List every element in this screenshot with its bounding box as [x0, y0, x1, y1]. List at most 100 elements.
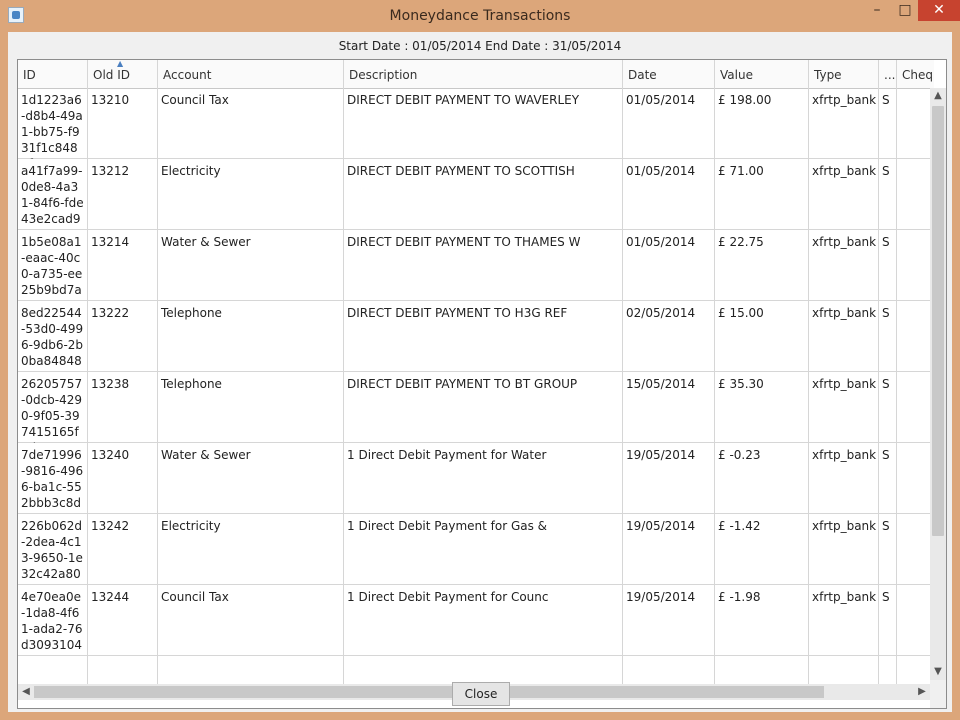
vertical-scroll-thumb[interactable]: [932, 106, 944, 536]
column-header-status[interactable]: ...: [879, 60, 897, 88]
cell-id: a41f7a99-0de8-4a31-84f6-fde43e2cad9: [18, 159, 88, 230]
cell-description: DIRECT DEBIT PAYMENT TO H3G REF: [344, 301, 623, 372]
dialog-content: Start Date : 01/05/2014 End Date : 31/05…: [8, 32, 952, 712]
cell-type: xfrtp_bank: [809, 372, 879, 443]
cell-account: Council Tax: [158, 585, 344, 656]
cell-date: [623, 656, 715, 684]
cell-value: £ 198.00: [715, 88, 809, 159]
column-header-description[interactable]: Description: [344, 60, 623, 88]
cell-description: DIRECT DEBIT PAYMENT TO SCOTTISH: [344, 159, 623, 230]
cell-old-id: [88, 656, 158, 684]
scroll-left-icon[interactable]: ◀: [18, 684, 34, 700]
table-row[interactable]: 4e70ea0e-1da8-4f61-ada2-76d3093104c7 132…: [18, 585, 930, 656]
cell-description: 1 Direct Debit Payment for Water: [344, 443, 623, 514]
column-header-date[interactable]: Date: [623, 60, 715, 88]
sort-ascending-icon: ▲: [117, 60, 124, 68]
title-bar[interactable]: Moneydance Transactions – □ ✕: [0, 0, 960, 32]
cell-value: £ -1.42: [715, 514, 809, 585]
table-row[interactable]: a41f7a99-0de8-4a31-84f6-fde43e2cad9 1321…: [18, 159, 930, 230]
scroll-up-icon[interactable]: ▲: [930, 88, 946, 104]
cell-old-id: 13214: [88, 230, 158, 301]
horizontal-scroll-thumb[interactable]: [34, 686, 824, 698]
table-row[interactable]: 8ed22544-53d0-4996-9db6-2b0ba8484812 132…: [18, 301, 930, 372]
cell-date: 19/05/2014: [623, 514, 715, 585]
cell-value: £ 15.00: [715, 301, 809, 372]
cell-status: S: [879, 159, 897, 230]
column-header-account[interactable]: Account: [158, 60, 344, 88]
column-header-id[interactable]: ID: [18, 60, 88, 88]
scroll-down-icon[interactable]: ▼: [930, 664, 946, 680]
cell-description: DIRECT DEBIT PAYMENT TO THAMES W: [344, 230, 623, 301]
cell-type: xfrtp_bank: [809, 88, 879, 159]
cell-old-id: 13240: [88, 443, 158, 514]
cell-account: Electricity: [158, 159, 344, 230]
cell-description: DIRECT DEBIT PAYMENT TO BT GROUP: [344, 372, 623, 443]
cell-cheque: [897, 301, 930, 372]
cell-description: 1 Direct Debit Payment for Gas &: [344, 514, 623, 585]
minimize-button[interactable]: –: [864, 0, 890, 21]
cell-date: 19/05/2014: [623, 585, 715, 656]
cell-date: 01/05/2014: [623, 88, 715, 159]
cell-account: Telephone: [158, 301, 344, 372]
cell-status: S: [879, 443, 897, 514]
cell-date: 15/05/2014: [623, 372, 715, 443]
close-window-button[interactable]: ✕: [918, 0, 960, 21]
cell-id: 1b5e08a1-eaac-40c0-a735-ee25b9bd7a07: [18, 230, 88, 301]
table-row[interactable]: 226b062d-2dea-4c13-9650-1e32c42a801c 132…: [18, 514, 930, 585]
cell-type: xfrtp_bank: [809, 230, 879, 301]
cell-account: Telephone: [158, 372, 344, 443]
cell-old-id: 13222: [88, 301, 158, 372]
cell-old-id: 13238: [88, 372, 158, 443]
cell-status: S: [879, 372, 897, 443]
cell-status: S: [879, 585, 897, 656]
table-row[interactable]: 7de71996-9816-4966-ba1c-552bbb3c8d99 132…: [18, 443, 930, 514]
scroll-right-icon[interactable]: ▶: [914, 684, 930, 700]
close-button[interactable]: Close: [452, 682, 510, 706]
cell-date: 01/05/2014: [623, 159, 715, 230]
cell-type: xfrtp_bank: [809, 443, 879, 514]
column-label-old-id: Old ID: [93, 68, 130, 82]
transactions-window: Moneydance Transactions – □ ✕ Start Date…: [0, 0, 960, 720]
cell-status: S: [879, 88, 897, 159]
cell-description: DIRECT DEBIT PAYMENT TO WAVERLEY: [344, 88, 623, 159]
table-row[interactable]: 1d1223a6-d8b4-49a1-bb75-f931f1c8483f 132…: [18, 88, 930, 159]
column-header-type[interactable]: Type: [809, 60, 879, 88]
table-row[interactable]: 26205757-0dcb-4290-9f05-397415165fad 132…: [18, 372, 930, 443]
cell-cheque: [897, 88, 930, 159]
cell-id: 226b062d-2dea-4c13-9650-1e32c42a801c: [18, 514, 88, 585]
cell-date: 01/05/2014: [623, 230, 715, 301]
cell-account: [158, 656, 344, 684]
table-row-partial[interactable]: [18, 656, 930, 684]
cell-value: £ 22.75: [715, 230, 809, 301]
cell-cheque: [897, 230, 930, 301]
maximize-button[interactable]: □: [892, 0, 918, 21]
cell-description: [344, 656, 623, 684]
cell-type: xfrtp_bank: [809, 585, 879, 656]
cell-old-id: 13242: [88, 514, 158, 585]
scrollbar-corner: [930, 680, 946, 708]
cell-status: S: [879, 301, 897, 372]
cell-cheque: [897, 585, 930, 656]
table-body: 1d1223a6-d8b4-49a1-bb75-f931f1c8483f 132…: [18, 88, 930, 684]
table-row[interactable]: 1b5e08a1-eaac-40c0-a735-ee25b9bd7a07 132…: [18, 230, 930, 301]
table-header: ID Old ID ▲ Account Description Date Val…: [18, 60, 934, 89]
cell-account: Water & Sewer: [158, 443, 344, 514]
cell-cheque: [897, 443, 930, 514]
cell-value: £ -1.98: [715, 585, 809, 656]
window-title: Moneydance Transactions: [389, 8, 571, 24]
cell-type: xfrtp_bank: [809, 514, 879, 585]
cell-cheque: [897, 514, 930, 585]
cell-date: 19/05/2014: [623, 443, 715, 514]
cell-status: [879, 656, 897, 684]
column-header-value[interactable]: Value: [715, 60, 809, 88]
cell-cheque: [897, 372, 930, 443]
cell-id: 7de71996-9816-4966-ba1c-552bbb3c8d99: [18, 443, 88, 514]
cell-id: 26205757-0dcb-4290-9f05-397415165fad: [18, 372, 88, 443]
column-header-old-id[interactable]: Old ID ▲: [88, 60, 158, 88]
column-header-cheque[interactable]: Cheq: [897, 60, 934, 88]
cell-value: £ 35.30: [715, 372, 809, 443]
vertical-scrollbar[interactable]: ▲ ▼: [930, 88, 946, 680]
cell-status: S: [879, 514, 897, 585]
cell-value: [715, 656, 809, 684]
cell-id: 1d1223a6-d8b4-49a1-bb75-f931f1c8483f: [18, 88, 88, 159]
